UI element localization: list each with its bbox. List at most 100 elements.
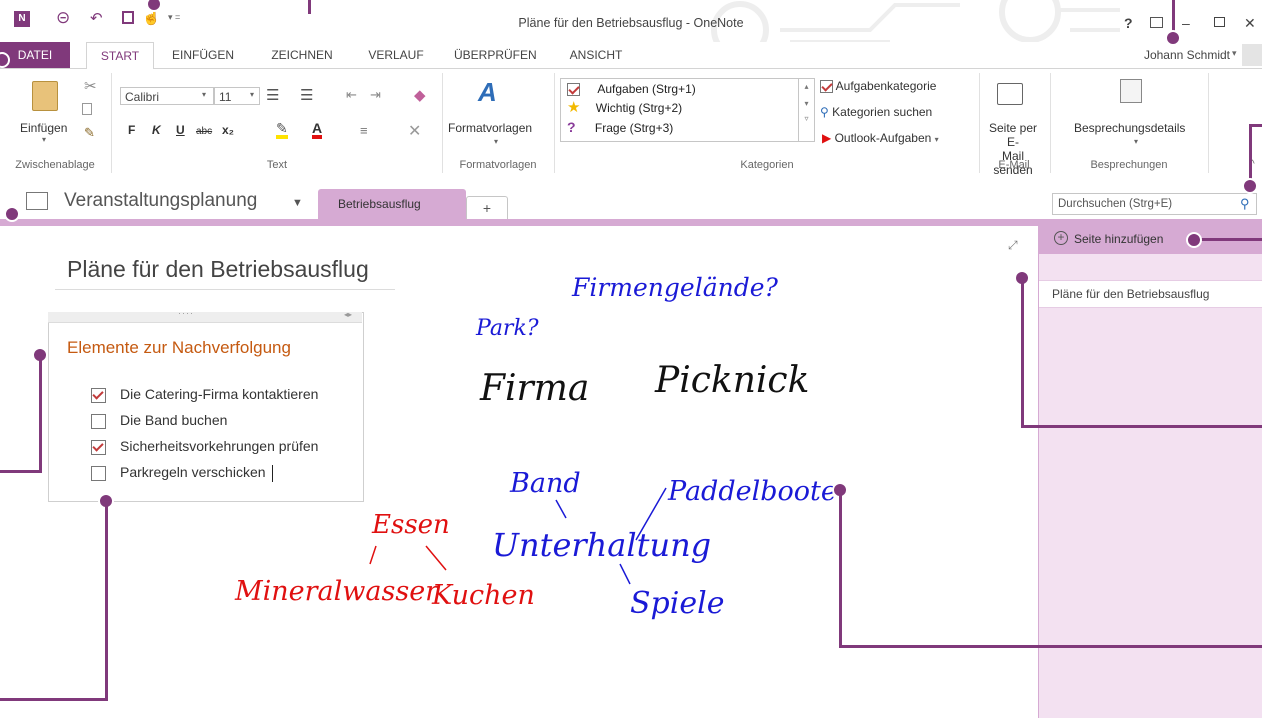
styles-icon[interactable]: A <box>478 77 497 108</box>
ink-firmengelaende[interactable]: Firmengelände? <box>572 273 778 302</box>
maximize-icon[interactable] <box>1214 17 1225 27</box>
numbering-icon[interactable]: ☰ <box>300 86 313 104</box>
callout-line <box>839 645 1262 648</box>
callout-line <box>1021 278 1024 428</box>
paste-dropdown-icon[interactable]: ▾ <box>42 135 46 144</box>
tab-ansicht[interactable]: ANSICHT <box>556 42 636 68</box>
ink-paddelboote[interactable]: Paddelboote <box>668 476 837 507</box>
todo-item[interactable]: Sicherheitsvorkehrungen prüfen <box>91 438 318 455</box>
styles-button[interactable]: Formatvorlagen <box>448 121 532 135</box>
ink-picknick[interactable]: Picknick <box>655 360 809 401</box>
delete-icon[interactable]: ✕ <box>408 121 421 141</box>
checkbox-icon[interactable] <box>91 413 106 429</box>
note-heading[interactable]: Elemente zur Nachverfolgung <box>67 338 291 358</box>
ribbon-tabs: DATEI START EINFÜGEN ZEICHNEN VERLAUF ÜB… <box>0 42 1262 69</box>
bullets-icon[interactable]: ☰ <box>266 86 279 104</box>
bold-button[interactable]: F <box>128 123 135 137</box>
notebook-name[interactable]: Veranstaltungsplanung <box>64 190 257 212</box>
underline-button[interactable]: U <box>176 123 185 137</box>
paste-button[interactable]: Einfügen <box>20 121 67 135</box>
checkbox-icon[interactable] <box>91 387 106 403</box>
checkbox-icon[interactable] <box>91 465 106 481</box>
increase-indent-icon[interactable]: ⇥ <box>370 87 381 103</box>
callout-line <box>1021 425 1262 428</box>
group-label-styles: Formatvorlagen <box>459 159 537 171</box>
avatar[interactable] <box>1242 44 1262 66</box>
tab-einfuegen[interactable]: EINFÜGEN <box>158 42 248 68</box>
group-label-email: E-Mail <box>998 159 1030 171</box>
todo-item[interactable]: Parkregeln verschicken <box>91 464 273 482</box>
ink-unterhaltung[interactable]: Unterhaltung <box>492 526 711 564</box>
search-input[interactable]: Durchsuchen (Strg+E) <box>1052 193 1257 215</box>
search-categories-button[interactable]: ⚲ Kategorien suchen <box>820 105 932 119</box>
outlook-tasks-button[interactable]: ▶ Outlook-Aufgaben ▾ <box>822 131 939 145</box>
tab-start[interactable]: START <box>86 42 154 69</box>
ink-band[interactable]: Band <box>510 468 581 499</box>
ink-firma[interactable]: Firma <box>480 368 589 409</box>
tag-item-frage[interactable]: ? Frage (Strg+3) <box>567 117 673 137</box>
tag-label: Aufgaben (Strg+1) <box>597 82 696 96</box>
todo-item[interactable]: Die Catering-Firma kontaktieren <box>91 386 318 403</box>
subscript-button[interactable]: x₂ <box>222 123 234 137</box>
tab-datei[interactable]: DATEI <box>0 42 70 68</box>
ink-essen[interactable]: Essen <box>372 510 450 540</box>
minimize-icon[interactable]: – <box>1182 15 1190 31</box>
help-icon[interactable]: ? <box>1124 15 1133 31</box>
add-section-tab[interactable]: + <box>466 196 508 220</box>
decrease-indent-icon[interactable]: ⇤ <box>346 87 357 103</box>
ink-spiele[interactable]: Spiele <box>630 586 724 621</box>
expand-page-icon[interactable]: ⤢ <box>1008 238 1018 253</box>
user-dropdown-icon[interactable]: ▾ <box>1232 48 1237 59</box>
tab-ueberpruefen[interactable]: ÜBERPRÜFEN <box>442 42 548 68</box>
font-dropdown-icon: ▾ <box>202 90 207 99</box>
callout-marker <box>1242 178 1258 194</box>
add-page-icon[interactable]: + <box>1054 231 1068 245</box>
ribbon-display-icon[interactable] <box>1150 17 1163 28</box>
italic-button[interactable]: K <box>152 123 161 137</box>
strikethrough-button[interactable]: abc <box>196 126 212 137</box>
user-name[interactable]: Johann Schmidt <box>1144 48 1230 62</box>
close-icon[interactable]: ✕ <box>1244 15 1256 32</box>
note-container-handle[interactable]: ···· ◂▸ <box>48 308 362 323</box>
more-icon[interactable]: ▿ <box>799 114 814 123</box>
divider <box>442 73 443 173</box>
paste-icon[interactable] <box>32 81 58 111</box>
format-painter-icon[interactable]: ✎ <box>84 125 95 141</box>
ink-kuchen[interactable]: Kuchen <box>432 580 535 611</box>
copy-icon[interactable] <box>82 103 92 115</box>
styles-dropdown-icon[interactable]: ▾ <box>494 137 498 146</box>
tag-item-aufgaben[interactable]: Aufgaben (Strg+1) <box>567 79 696 99</box>
resize-handle-icon[interactable]: ◂▸ <box>344 310 352 319</box>
meeting-details-button[interactable]: Besprechungsdetails <box>1074 121 1185 135</box>
clear-formatting-icon[interactable]: ◆ <box>414 86 426 104</box>
tag-label: Frage (Strg+3) <box>594 121 674 135</box>
meeting-details-icon[interactable] <box>1120 79 1142 103</box>
notebook-dropdown-icon[interactable]: ▼ <box>292 197 303 209</box>
drag-handle-icon[interactable]: ···· <box>178 308 194 318</box>
tab-zeichnen[interactable]: ZEICHNEN <box>254 42 350 68</box>
outlook-tasks-label: Outlook-Aufgaben <box>834 131 932 145</box>
font-color-icon[interactable]: A <box>312 121 323 139</box>
question-icon: ? <box>567 119 576 135</box>
scroll-up-icon[interactable]: ▴ <box>799 82 814 91</box>
todo-item[interactable]: Die Band buchen <box>91 412 227 429</box>
callout-marker <box>4 206 20 222</box>
meetings-dropdown-icon[interactable]: ▾ <box>1134 137 1138 146</box>
dropdown-icon: ▾ <box>934 135 939 144</box>
ink-mineralwasser[interactable]: Mineralwasser <box>235 576 438 607</box>
highlight-icon[interactable]: ✎ <box>276 121 288 139</box>
checkbox-icon[interactable] <box>91 439 106 455</box>
tab-verlauf[interactable]: VERLAUF <box>356 42 436 68</box>
email-page-icon[interactable] <box>997 83 1023 105</box>
cut-icon[interactable]: ✂ <box>84 77 97 95</box>
align-icon[interactable]: ≡ <box>360 123 368 138</box>
font-select[interactable]: Calibri <box>120 87 214 105</box>
ink-park[interactable]: Park? <box>476 316 539 341</box>
task-category-button[interactable]: Aufgabenkategorie <box>820 79 936 94</box>
gallery-scroll[interactable]: ▴ ▾ ▿ <box>798 79 814 141</box>
todo-label: Die Band buchen <box>120 412 228 428</box>
tag-item-wichtig[interactable]: ★ Wichtig (Strg+2) <box>567 98 682 118</box>
page-title[interactable]: Pläne für den Betriebsausflug <box>67 256 369 283</box>
scroll-down-icon[interactable]: ▾ <box>799 99 814 108</box>
search-icon[interactable]: ⚲ <box>1240 196 1250 212</box>
